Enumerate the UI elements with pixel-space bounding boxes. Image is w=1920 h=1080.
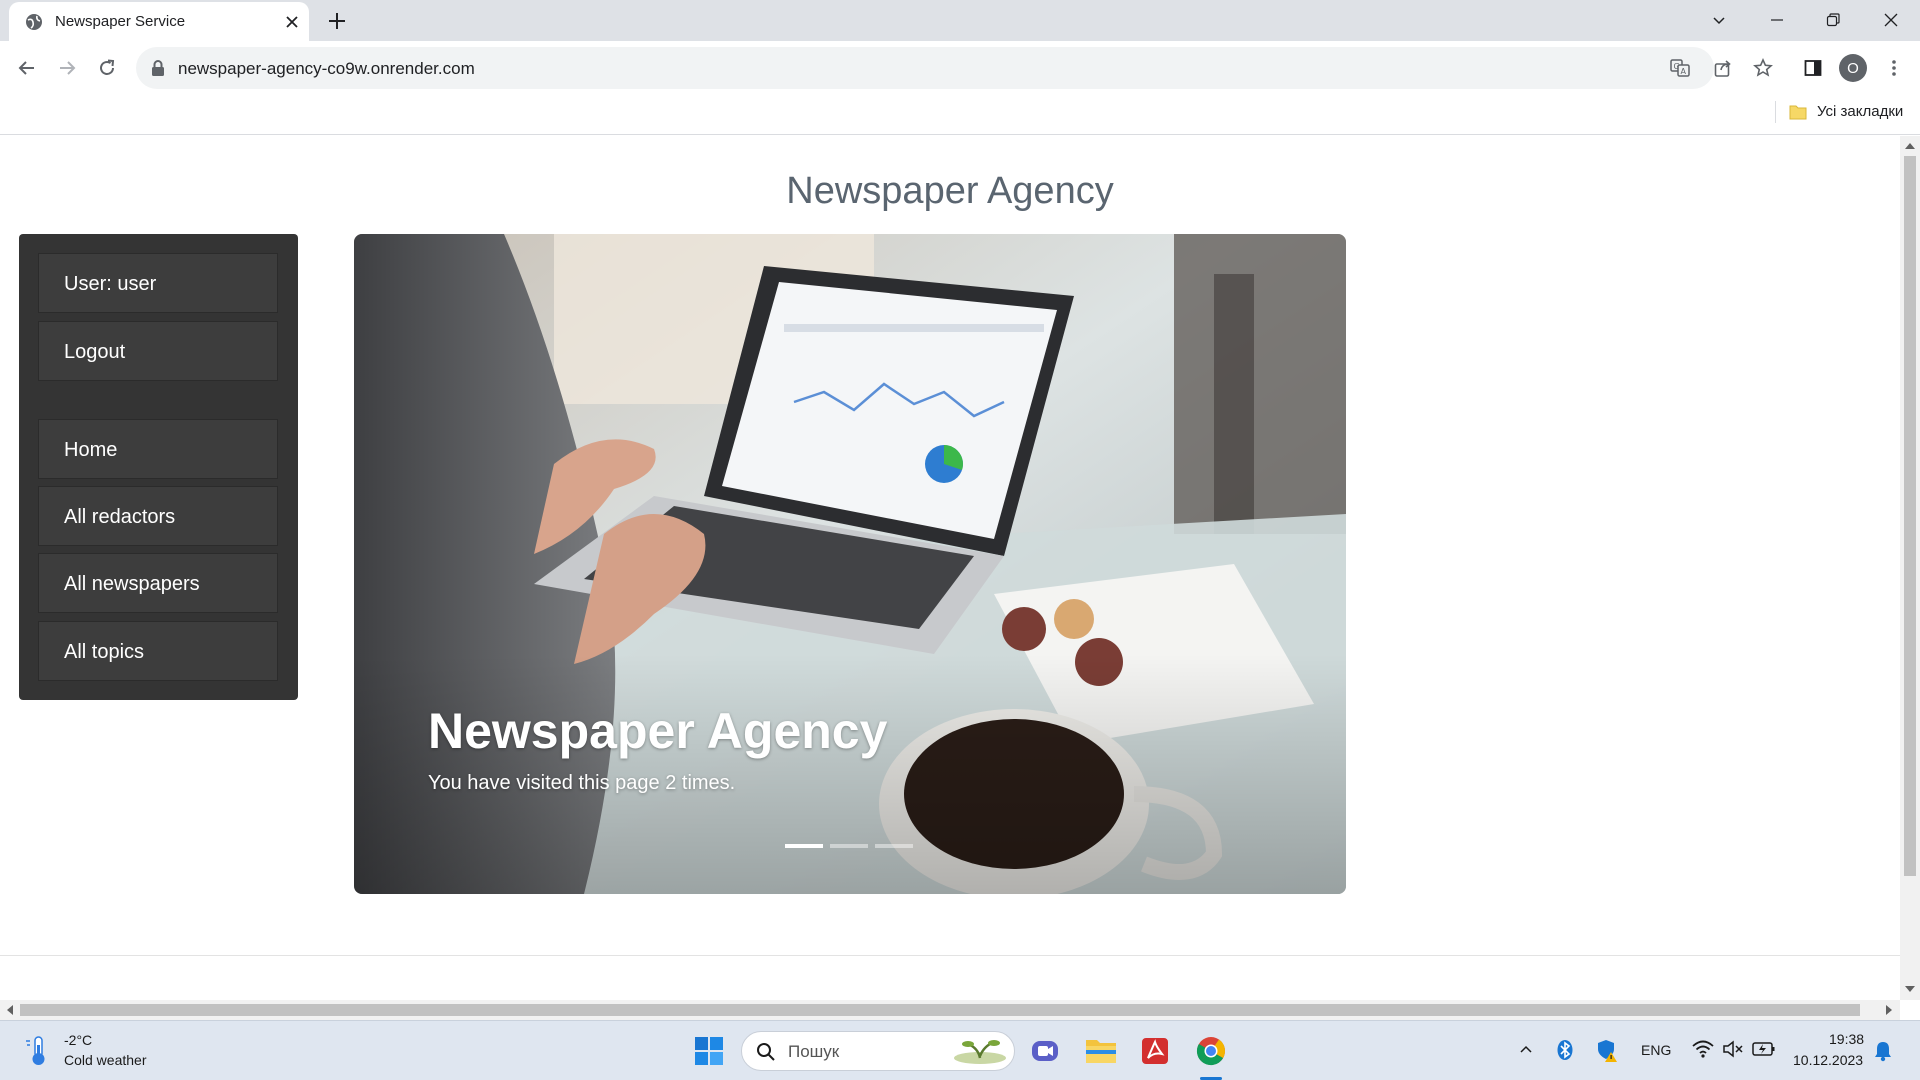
svg-text:A: A <box>1681 67 1687 76</box>
forward-arrow-icon[interactable] <box>54 55 80 81</box>
search-icon <box>756 1042 776 1067</box>
pdf-reader-icon[interactable] <box>1135 1031 1175 1071</box>
carousel-indicator-1[interactable] <box>785 844 823 848</box>
side-panel-icon[interactable] <box>1800 55 1826 81</box>
security-shield-icon[interactable] <box>1596 1038 1620 1067</box>
folder-icon[interactable] <box>1789 104 1807 120</box>
restore-icon[interactable] <box>1818 6 1848 34</box>
sidebar-item-topics[interactable]: All topics <box>38 621 278 681</box>
tab-search-chevron-icon[interactable] <box>1704 6 1734 34</box>
browser-tab[interactable]: Newspaper Service <box>9 2 309 41</box>
hero-carousel[interactable]: Newspaper Agency You have visited this p… <box>354 234 1346 894</box>
close-window-icon[interactable] <box>1876 6 1906 34</box>
user-button[interactable]: User: user <box>38 253 278 313</box>
volume-muted-icon[interactable] <box>1722 1039 1744 1064</box>
bookmarks-bar: Усі закладки <box>0 95 1920 135</box>
url-text[interactable]: newspaper-agency-co9w.onrender.com <box>178 59 475 79</box>
menu-dots-icon[interactable] <box>1881 55 1907 81</box>
footer-divider <box>0 955 1900 956</box>
reload-icon[interactable] <box>94 55 120 81</box>
weather-temperature[interactable]: -2°C <box>64 1032 92 1048</box>
taskbar-search[interactable]: Пошук <box>741 1031 1015 1071</box>
page-viewport: Newspaper Agency User: user Logout Home … <box>0 136 1900 1000</box>
carousel-indicator-3[interactable] <box>875 844 913 848</box>
scroll-down-icon[interactable] <box>1905 986 1915 994</box>
minimize-icon[interactable] <box>1762 6 1792 34</box>
sidebar: User: user Logout Home All redactors All… <box>19 234 298 700</box>
taskbar: -2°C Cold weather Пошук ENG 19:38 10.12.… <box>0 1020 1920 1080</box>
thermometer-icon[interactable] <box>24 1035 52 1072</box>
sidebar-item-newspapers[interactable]: All newspapers <box>38 553 278 613</box>
page-title: Newspaper Agency <box>786 170 1114 212</box>
profile-avatar[interactable]: O <box>1839 54 1867 82</box>
video-chat-icon[interactable] <box>1025 1031 1065 1071</box>
notification-bell-icon[interactable] <box>1874 1040 1892 1067</box>
scroll-up-icon[interactable] <box>1905 141 1915 149</box>
bookmark-star-icon[interactable] <box>1750 55 1776 81</box>
scroll-right-icon[interactable] <box>1886 1005 1894 1015</box>
globe-icon <box>25 13 43 31</box>
clock-time[interactable]: 19:38 <box>1829 1031 1864 1047</box>
carousel-image <box>354 234 1346 894</box>
sidebar-item-redactors[interactable]: All redactors <box>38 486 278 546</box>
language-indicator[interactable]: ENG <box>1641 1042 1671 1058</box>
search-highlight-icon <box>952 1036 1008 1071</box>
vertical-scroll-thumb[interactable] <box>1904 156 1916 876</box>
horizontal-scrollbar[interactable] <box>0 1000 1900 1020</box>
search-placeholder: Пошук <box>788 1042 840 1061</box>
translate-icon[interactable]: GA <box>1669 57 1691 79</box>
weather-description[interactable]: Cold weather <box>64 1052 147 1068</box>
file-explorer-icon[interactable] <box>1081 1031 1121 1071</box>
tab-title: Newspaper Service <box>55 13 186 30</box>
bluetooth-icon[interactable] <box>1556 1039 1574 1066</box>
vertical-scrollbar[interactable] <box>1900 136 1920 1000</box>
carousel-indicator-2[interactable] <box>830 844 868 848</box>
share-icon[interactable] <box>1710 55 1736 81</box>
carousel-title: Newspaper Agency <box>428 703 888 759</box>
battery-charging-icon[interactable] <box>1752 1040 1776 1063</box>
new-tab-button[interactable] <box>324 8 350 34</box>
chrome-icon[interactable] <box>1191 1031 1231 1071</box>
bookmarks-divider <box>1775 101 1776 123</box>
logout-button[interactable]: Logout <box>38 321 278 381</box>
horizontal-scroll-thumb[interactable] <box>20 1004 1860 1016</box>
back-arrow-icon[interactable] <box>14 55 40 81</box>
lock-icon[interactable] <box>150 59 166 77</box>
wifi-icon[interactable] <box>1692 1039 1714 1064</box>
windows-start-icon[interactable] <box>689 1031 729 1071</box>
tab-strip: Newspaper Service <box>0 0 1920 41</box>
close-tab-icon[interactable] <box>282 12 302 32</box>
clock-date[interactable]: 10.12.2023 <box>1793 1052 1863 1068</box>
address-bar[interactable]: newspaper-agency-co9w.onrender.com GA <box>136 47 1714 89</box>
all-bookmarks-link[interactable]: Усі закладки <box>1817 103 1903 120</box>
tray-chevron-up-icon[interactable] <box>1518 1041 1534 1062</box>
scroll-left-icon[interactable] <box>5 1005 13 1015</box>
browser-toolbar: newspaper-agency-co9w.onrender.com GA O <box>0 41 1920 95</box>
visit-counter-text: You have visited this page 2 times. <box>428 772 736 794</box>
sidebar-item-home[interactable]: Home <box>38 419 278 479</box>
